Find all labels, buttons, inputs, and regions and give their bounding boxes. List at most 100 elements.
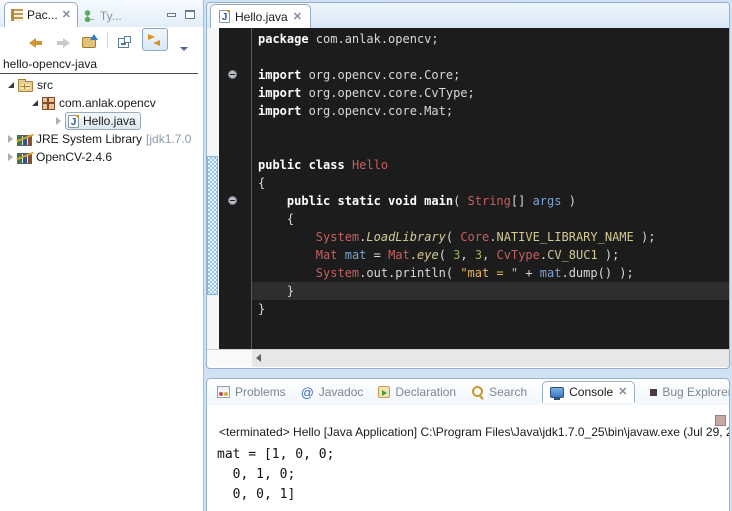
tab-label: Bug Explorer	[662, 385, 730, 399]
library-icon	[17, 135, 32, 146]
code-editor[interactable]: package com.anlak.opencv;import org.open…	[207, 28, 729, 349]
annotation-ruler[interactable]	[207, 28, 219, 349]
console-output-line: mat = [1, 0, 0;	[217, 445, 334, 465]
tab-label: Javadoc	[319, 385, 364, 399]
code-line	[258, 120, 729, 138]
forward-button[interactable]	[53, 31, 73, 49]
fold-marker-icon[interactable]	[228, 196, 237, 205]
code-line: import org.opencv.core.CvType;	[258, 84, 729, 102]
package-explorer-icon	[11, 9, 23, 21]
close-icon[interactable]	[618, 387, 627, 397]
tree-item-project-root[interactable]: hello-opencv-java	[0, 56, 203, 72]
project-root-label: hello-opencv-java	[3, 57, 97, 71]
tab-label: Problems	[235, 385, 286, 399]
search-icon	[471, 386, 484, 399]
console-output-line: 0, 0, 1]	[217, 485, 334, 505]
tree-item-label: JRE System Library	[36, 132, 142, 146]
tab-label: Ty...	[100, 9, 122, 23]
tree-item-label: src	[37, 78, 53, 92]
collapsed-arrow-icon[interactable]	[8, 153, 13, 161]
view-menu-button[interactable]	[175, 31, 195, 49]
collapsed-arrow-icon[interactable]	[8, 135, 13, 143]
tab-label: Declaration	[395, 385, 456, 399]
package-icon	[42, 97, 55, 110]
tree-item-hello-java[interactable]: Hello.java	[0, 112, 203, 130]
tab-declaration[interactable]: Declaration	[378, 385, 456, 399]
up-button[interactable]	[80, 31, 100, 49]
editor-tab-label: Hello.java	[235, 10, 288, 24]
java-file-icon	[219, 10, 230, 23]
link-with-editor-button[interactable]	[142, 28, 168, 51]
eclipse-window: Pac... Ty... hello-opencv-java	[0, 0, 732, 511]
link-with-editor-icon	[147, 34, 161, 46]
maximize-icon[interactable]	[185, 10, 195, 19]
code-line	[258, 48, 729, 66]
source-folder-icon	[18, 81, 33, 92]
tree-item-src[interactable]: src	[0, 76, 203, 94]
java-file-icon	[68, 115, 79, 128]
declaration-icon	[378, 386, 390, 398]
code-line: {	[258, 174, 729, 192]
tree-item-opencv-2-4-6[interactable]: OpenCV-2.4.6	[0, 148, 203, 166]
code-line: import org.opencv.core.Core;	[258, 66, 729, 84]
collapse-all-icon	[118, 38, 129, 48]
tree-selection: Hello.java	[65, 112, 141, 130]
project-root-underline	[0, 73, 198, 74]
code-line: }	[258, 300, 729, 318]
collapsed-arrow-icon[interactable]	[56, 117, 61, 125]
scroll-left-arrow[interactable]	[256, 354, 261, 362]
scrollbar-corner	[207, 350, 252, 367]
up-folder-icon	[82, 37, 96, 48]
bottom-tabbar: Problems Javadoc Declaration Search Console B…	[207, 379, 729, 405]
fold-marker-icon[interactable]	[228, 70, 237, 79]
code-line: System.LoadLibrary( Core.NATIVE_LIBRARY_…	[258, 228, 729, 246]
console-output[interactable]: mat = [1, 0, 0; 0, 1, 0; 0, 0, 1]	[217, 445, 334, 505]
code-line: System.out.println( "mat = " + mat.dump(…	[258, 264, 729, 282]
tree-item-jre-system-library[interactable]: JRE System Library [jdk1.7.0	[0, 130, 203, 148]
tree-item-label: OpenCV-2.4.6	[36, 150, 112, 164]
tree-item-com-anlak-opencv[interactable]: com.anlak.opencv	[0, 94, 203, 112]
code-line: public static void main( String[] args )	[258, 192, 729, 210]
fold-gutter[interactable]	[219, 28, 252, 349]
console-icon	[550, 387, 564, 398]
code-line	[258, 138, 729, 156]
tab-label: Search	[489, 385, 527, 399]
tab-problems[interactable]: Problems	[217, 385, 286, 399]
tab-package-explorer[interactable]: Pac...	[4, 2, 78, 27]
back-button[interactable]	[26, 31, 46, 49]
code-line: }	[252, 282, 729, 300]
collapse-all-button[interactable]	[115, 31, 135, 49]
close-icon[interactable]	[62, 10, 71, 20]
toolbar-separator	[107, 32, 108, 48]
view-menu-icon	[180, 47, 188, 51]
horizontal-scrollbar[interactable]	[207, 349, 729, 367]
problems-icon	[217, 386, 230, 398]
bug-icon	[650, 389, 657, 396]
expanded-arrow-icon[interactable]	[8, 82, 14, 88]
tab-label: Pac...	[27, 8, 58, 22]
code-line: {	[258, 210, 729, 228]
range-indicator	[207, 156, 218, 295]
project-tree: hello-opencv-java src com.anlak.opencv Hel…	[0, 52, 203, 166]
package-explorer-toolbar	[0, 27, 203, 52]
tree-item-label: com.anlak.opencv	[59, 96, 156, 110]
expanded-arrow-icon[interactable]	[32, 100, 38, 106]
minimize-icon[interactable]	[167, 13, 176, 17]
console-status: <terminated> Hello [Java Application] C:…	[219, 425, 729, 439]
tab-bug-explorer[interactable]: Bug Explorer	[650, 385, 730, 399]
tab-console[interactable]: Console	[542, 381, 635, 403]
tree-item-decoration: [jdk1.7.0	[146, 132, 191, 146]
close-icon[interactable]	[293, 12, 302, 22]
code-text[interactable]: package com.anlak.opencv;import org.open…	[252, 28, 729, 349]
code-line: import org.opencv.core.Mat;	[258, 102, 729, 120]
tab-hello-java[interactable]: Hello.java	[210, 4, 311, 28]
editor-area: Hello.java package com.anlak.opencv;impo…	[206, 2, 730, 369]
library-icon	[17, 153, 32, 164]
tab-type-hierarchy[interactable]: Ty...	[78, 5, 128, 27]
forward-arrow-icon	[56, 38, 70, 48]
tab-search[interactable]: Search	[471, 385, 527, 399]
code-line: Mat mat = Mat.eye( 3, 3, CvType.CV_8UC1 …	[258, 246, 729, 264]
type-hierarchy-icon	[84, 10, 96, 22]
javadoc-icon	[301, 386, 314, 399]
tab-javadoc[interactable]: Javadoc	[301, 385, 364, 399]
